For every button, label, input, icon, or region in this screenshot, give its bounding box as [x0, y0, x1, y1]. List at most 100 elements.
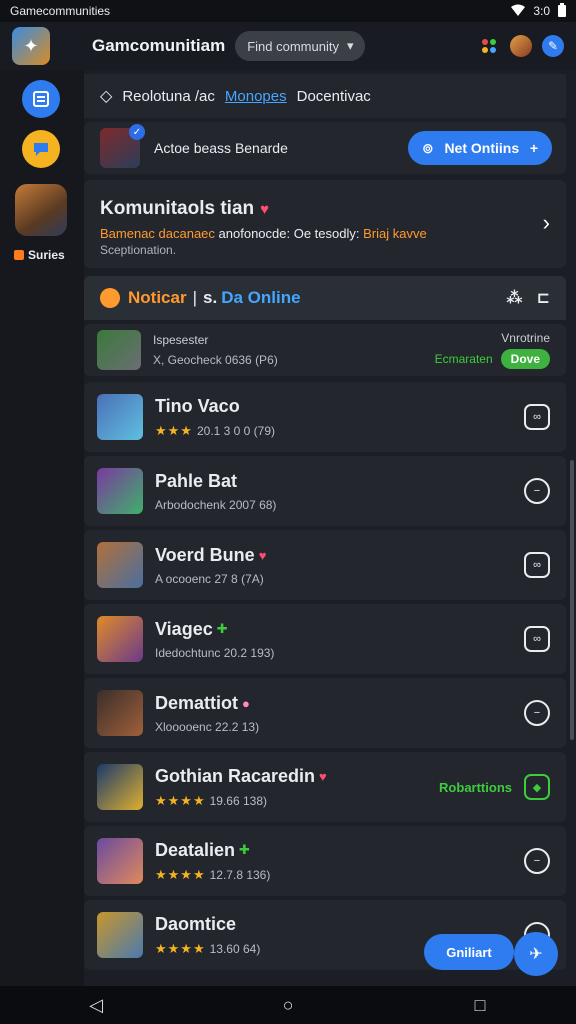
game-thumb [97, 690, 143, 736]
row-title-text: Gothian Racaredin [155, 765, 316, 786]
community-title: Komunitaols tian ♥ [100, 198, 550, 220]
minus-icon[interactable]: − [524, 478, 550, 504]
row-status-block: Vnrotrine Ecmaraten Dove [435, 331, 550, 369]
game-thumb [97, 616, 143, 662]
chevron-right-icon[interactable]: › [543, 210, 550, 236]
community-desc-white: anofonocde: Oe tesodly: [218, 226, 360, 241]
row-text: Tino Vaco ★★★ 20.1 3 0 0 (79) [155, 396, 275, 439]
puzzle-icon[interactable] [478, 35, 500, 57]
compass-icon[interactable]: ✎ [542, 35, 564, 57]
row-text: Daomtice ★★★★ 13.60 64) [155, 914, 260, 957]
row-meta: ★★★★ 19.66 138) [155, 793, 327, 809]
row-meta: Idedochtunc 20.2 193) [155, 646, 274, 660]
verified-badge-icon: ✓ [129, 124, 145, 140]
row-meta-text: 12.7.8 136) [209, 867, 271, 882]
community-title-text: Komunitaols tian [100, 198, 255, 219]
sidebar-game-thumb[interactable] [15, 184, 67, 236]
status-pill[interactable]: Dove [500, 349, 550, 369]
title-badge-icon: ♥ [258, 547, 267, 563]
title-badge-icon: ✚ [216, 621, 228, 636]
online-icon: ⊚ [422, 139, 434, 156]
row-meta: Xlooooenc 22.2 13) [155, 720, 259, 734]
news-icon[interactable] [22, 80, 60, 118]
list-item[interactable]: Demattiot ● Xlooooenc 22.2 13) − [84, 678, 566, 748]
sidebar-item-suries[interactable]: Suries [14, 248, 65, 262]
community-card[interactable]: Komunitaols tian ♥ Bamenac dacanaec anof… [84, 180, 566, 268]
search-chip-label: Find community [247, 38, 339, 54]
row-status-label: Ecmaraten [434, 352, 493, 366]
go-online-button[interactable]: ⊚ Net Ontiins + [408, 131, 552, 165]
game-thumb [97, 394, 143, 440]
breadcrumb-last: Docentivac [296, 87, 371, 105]
list-item[interactable]: Pahle Bat Arbodochenk 2007 68) − [84, 456, 566, 526]
wifi-icon [511, 4, 526, 19]
title-badge-icon: ♥ [319, 768, 327, 784]
plus-icon: + [529, 140, 538, 156]
home-nav-icon[interactable]: ○ [276, 993, 300, 1017]
status-bar: Gamecommunities 3:0 [0, 0, 576, 22]
section-online: Da Online [221, 288, 301, 307]
row-meta-text: 20.1 3 0 0 (79) [196, 423, 276, 438]
go-online-label: Net Ontiins [444, 140, 520, 156]
link-icon[interactable]: ∞ [524, 626, 550, 652]
row-status-label: Robarttions [439, 779, 512, 795]
rating-stars-icon: ★★★★ [155, 940, 206, 956]
scrollbar[interactable] [570, 460, 574, 740]
app-title: Gamcomunitiam [92, 36, 226, 55]
user-avatar[interactable]: ✓ [100, 124, 145, 168]
row-status: Robarttions ◆ [439, 774, 550, 800]
app-logo[interactable]: ✦ [12, 27, 50, 65]
row-text: Demattiot ● Xlooooenc 22.2 13) [155, 693, 259, 734]
system-nav-bar: ◁ ○ □ [0, 986, 576, 1024]
smile-icon [100, 288, 120, 308]
breadcrumb-first[interactable]: Reolotuna /ac [122, 88, 215, 105]
list-item[interactable]: Voerd Bune ♥ A ocooenc 27 8 (7A) ∞ [84, 530, 566, 600]
app-header: ✦ Gamcomunitiam Find community ▾ ✎ [0, 22, 576, 70]
game-thumb [97, 468, 143, 514]
minus-icon[interactable]: − [524, 700, 550, 726]
row-title: Gothian Racaredin ♥ [155, 766, 327, 787]
row-meta: ★★★ 20.1 3 0 0 (79) [155, 423, 275, 439]
suries-icon [14, 250, 24, 260]
row-title-text: Tino Vaco [155, 395, 240, 416]
chat-bubble-icon[interactable] [22, 130, 60, 168]
fab-compose-icon[interactable]: ✈ [514, 932, 558, 976]
list-item[interactable]: Gothian Racaredin ♥ ★★★★ 19.66 138) Robartti… [84, 752, 566, 822]
row-text: Deatalien ✚ ★★★★ 12.7.8 136) [155, 840, 270, 883]
status-icons: 3:0 [511, 2, 566, 20]
back-icon[interactable]: ◇ [100, 86, 112, 106]
list-item[interactable]: Ispesester X, Geocheck 0636 (P6) Vnrotri… [84, 324, 566, 376]
link-icon[interactable]: ∞ [524, 552, 550, 578]
row-meta: ★★★★ 12.7.8 136) [155, 867, 270, 883]
game-thumb [97, 912, 143, 958]
back-nav-icon[interactable]: ◁ [84, 993, 108, 1017]
profile-avatar[interactable] [510, 35, 532, 57]
row-title: Deatalien ✚ [155, 840, 270, 861]
header-actions: ✎ [478, 35, 564, 57]
row-title-text: Viagec [155, 618, 213, 639]
row-text: Voerd Bune ♥ A ocooenc 27 8 (7A) [155, 545, 266, 586]
status-time: 3:0 [533, 4, 550, 18]
battery-icon [558, 2, 566, 20]
recents-nav-icon[interactable]: □ [468, 993, 492, 1017]
row-title-text: Pahle Bat [155, 470, 238, 491]
join-icon[interactable]: ◆ [524, 774, 550, 800]
row-text: Viagec ✚ Idedochtunc 20.2 193) [155, 619, 274, 660]
sidebar: Suries [0, 70, 84, 986]
list-item[interactable]: Viagec ✚ Idedochtunc 20.2 193) ∞ [84, 604, 566, 674]
breadcrumb-link[interactable]: Monopes [225, 88, 287, 105]
filter-icon[interactable]: ⊏ [537, 288, 550, 308]
link-icon[interactable]: ∞ [524, 404, 550, 430]
title-badge-icon: ✚ [239, 842, 250, 857]
row-title: Voerd Bune ♥ [155, 545, 266, 566]
grid-icon[interactable]: ⁂ [506, 288, 522, 308]
row-meta-text: Xlooooenc 22.2 13) [155, 719, 260, 734]
community-search-chip[interactable]: Find community ▾ [235, 31, 366, 61]
main-content: ◇ Reolotuna /ac Monopes Docentivac ✓ Act… [84, 70, 576, 986]
list-item[interactable]: Deatalien ✚ ★★★★ 12.7.8 136) − [84, 826, 566, 896]
list-item[interactable]: Tino Vaco ★★★ 20.1 3 0 0 (79) ∞ [84, 382, 566, 452]
heart-icon: ♥ [260, 200, 270, 218]
minus-icon[interactable]: − [524, 848, 550, 874]
row-title: Pahle Bat [155, 471, 276, 492]
create-button[interactable]: Gniliart [424, 934, 514, 970]
